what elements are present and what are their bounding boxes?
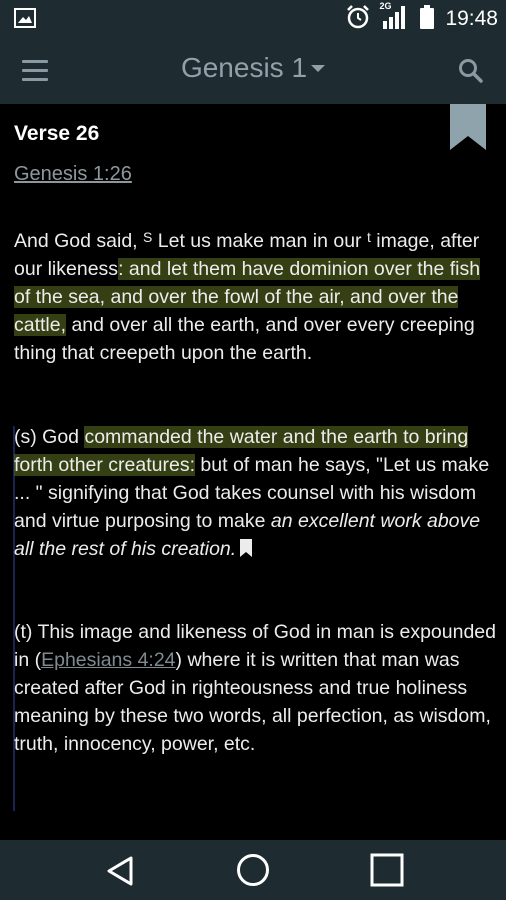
back-icon[interactable] (104, 855, 136, 887)
footnote-t: (t) This image and likeness of God in ma… (14, 618, 499, 758)
verse-text: And God said, S Let us make man in our t… (14, 227, 499, 367)
book-chapter-selector[interactable]: Genesis 1 (0, 52, 506, 84)
verse-content[interactable]: Verse 26 Genesis 1:26 And God said, S Le… (0, 104, 506, 840)
verse-text-part: Let us make man in our (152, 230, 367, 252)
search-icon[interactable] (456, 56, 486, 86)
app-bar: Genesis 1 (0, 38, 506, 104)
footnote-s: (s) God commanded the water and the eart… (14, 423, 499, 563)
footnote-marker-s[interactable]: S (143, 229, 152, 245)
home-icon[interactable] (236, 853, 270, 887)
clock-time: 19:48 (445, 7, 498, 30)
note-bookmark-icon[interactable] (240, 537, 253, 557)
verse-reference-link[interactable]: Genesis 1:26 (14, 163, 132, 186)
page-title[interactable]: Genesis 1 (181, 52, 307, 83)
system-nav-bar (0, 840, 506, 900)
network-type-label: 2G (379, 0, 392, 11)
note-text-part: (s) God (14, 426, 85, 448)
footnote-marker-t[interactable]: t (367, 229, 371, 245)
image-icon (14, 8, 36, 33)
battery-icon (419, 4, 435, 35)
status-bar: 2G 19:48 (0, 0, 506, 38)
chevron-down-icon[interactable] (311, 65, 326, 73)
alarm-icon (345, 4, 371, 35)
bookmark-icon[interactable] (450, 104, 486, 150)
verse-heading: Verse 26 (14, 122, 100, 145)
cross-reference-link[interactable]: Ephesians 4:24 (41, 649, 175, 671)
recents-icon[interactable] (370, 853, 404, 887)
verse-text-part: and over all the earth, and over every c… (14, 314, 475, 364)
verse-text-part: And God said, (14, 230, 143, 252)
signal-icon: 2G (379, 0, 409, 35)
